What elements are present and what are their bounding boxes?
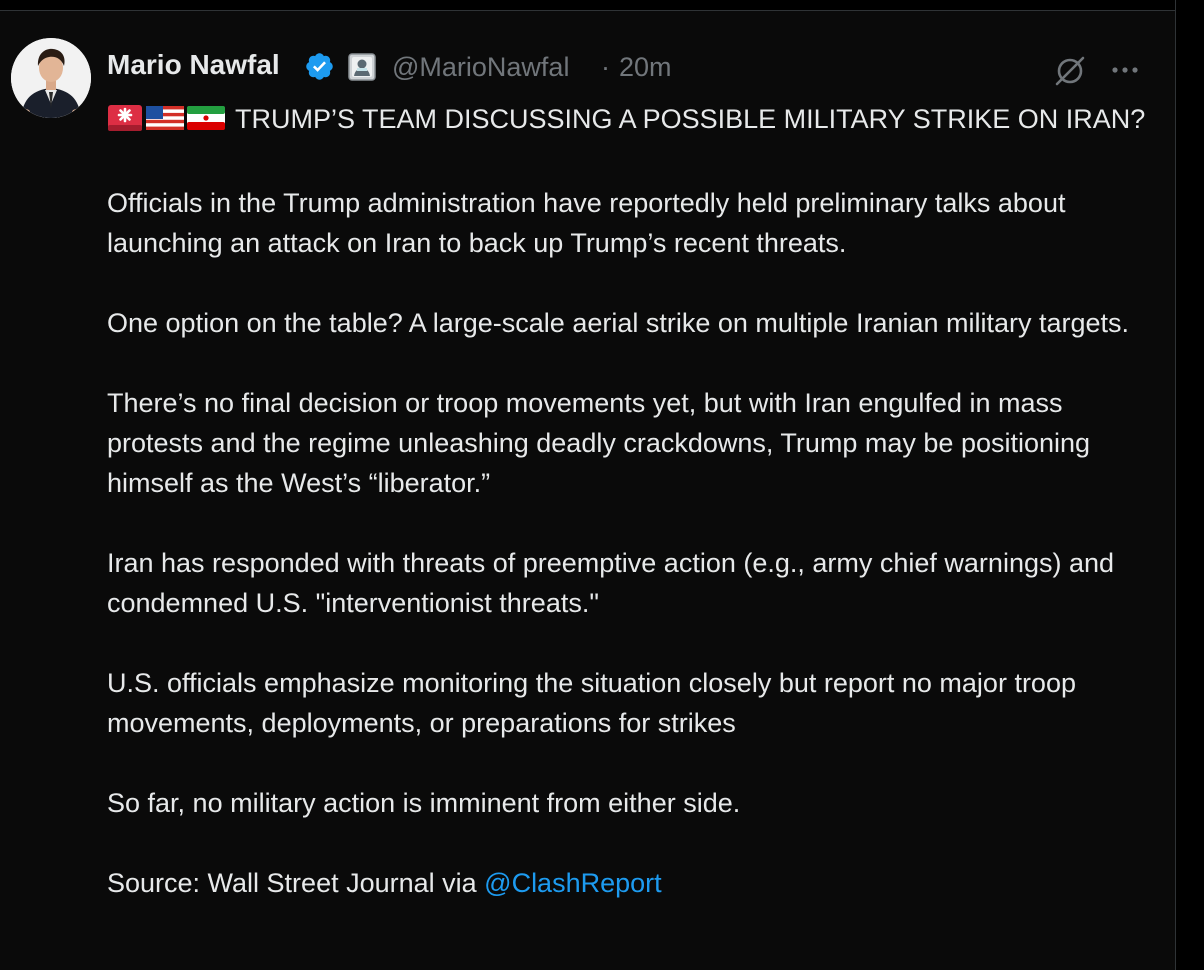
more-options-icon[interactable] [1108, 55, 1142, 85]
rotating-light-emoji [107, 103, 143, 143]
avatar[interactable] [11, 38, 91, 118]
iran-flag-emoji [187, 103, 225, 143]
user-handle[interactable]: @MarioNawfal [392, 52, 569, 83]
paragraph-2: One option on the table? A large-scale a… [107, 308, 1130, 338]
mention-link[interactable]: @ClashReport [484, 868, 661, 898]
headline-text: TRUMP’S TEAM DISCUSSING A POSSIBLE MILIT… [235, 104, 1146, 134]
paragraph-5: U.S. officials emphasize monitoring the … [107, 668, 1076, 738]
source-line: Source: Wall Street Journal via @ClashRe… [107, 863, 1152, 903]
paragraph-1: Officials in the Trump administration ha… [107, 188, 1066, 258]
display-name[interactable]: Mario Nawfal [107, 49, 280, 81]
us-flag-emoji [146, 103, 184, 143]
timestamp[interactable]: 20m [619, 52, 672, 83]
tweet-card[interactable]: Mario Nawfal @MarioNawfal · 20m TRUMP’S … [0, 11, 1175, 970]
verified-badge-icon[interactable] [304, 51, 335, 82]
tweet-body: TRUMP’S TEAM DISCUSSING A POSSIBLE MILIT… [107, 99, 1152, 943]
grok-icon[interactable] [1052, 53, 1088, 89]
paragraph-6: So far, no military action is imminent f… [107, 788, 741, 818]
paragraph-3: There’s no final decision or troop movem… [107, 388, 1091, 498]
right-divider [1175, 0, 1176, 970]
tweet-header: Mario Nawfal @MarioNawfal · 20m [107, 45, 1145, 91]
separator-dot: · [601, 52, 610, 82]
affiliate-badge-icon[interactable] [348, 53, 376, 81]
paragraph-4: Iran has responded with threats of preem… [107, 548, 1115, 618]
source-prefix: Source: Wall Street Journal via [107, 868, 485, 898]
headline-paragraph: TRUMP’S TEAM DISCUSSING A POSSIBLE MILIT… [107, 99, 1152, 143]
